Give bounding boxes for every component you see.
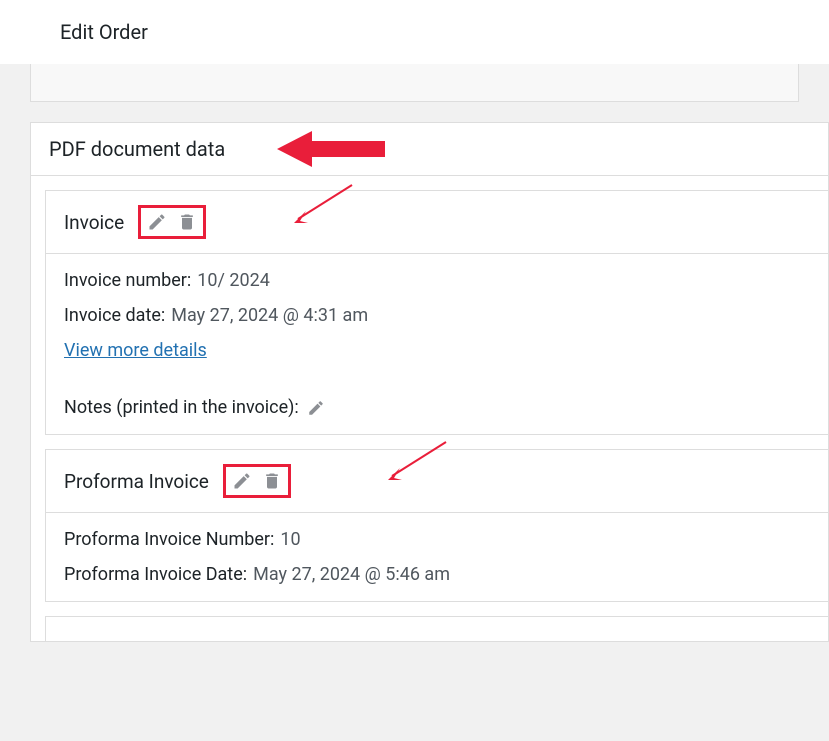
arrow-thin-annotation <box>290 181 360 227</box>
arrow-big-annotation <box>277 129 387 169</box>
invoice-number-row: Invoice number: 10/ 2024 <box>64 270 810 291</box>
trash-icon <box>262 471 282 491</box>
invoice-date-label: Invoice date: <box>64 305 165 326</box>
proforma-card-body: Proforma Invoice Number: 10 Proforma Inv… <box>46 513 828 601</box>
pencil-icon <box>232 471 252 491</box>
proforma-card: Proforma Invoice Proforma Invoice Number… <box>45 449 828 602</box>
invoice-number-value: 10/ 2024 <box>197 270 270 291</box>
edit-notes-button[interactable] <box>307 399 325 417</box>
invoice-notes-label: Notes (printed in the invoice): <box>64 397 299 418</box>
trash-icon <box>177 212 197 232</box>
proforma-title: Proforma Invoice <box>64 470 209 493</box>
proforma-number-value: 10 <box>280 529 300 550</box>
previous-section-bottom <box>30 64 799 102</box>
highlight-box-annotation <box>223 464 291 498</box>
proforma-number-label: Proforma Invoice Number: <box>64 529 274 550</box>
page-title: Edit Order <box>0 0 829 64</box>
proforma-number-row: Proforma Invoice Number: 10 <box>64 529 810 550</box>
packing-slip-card-header <box>46 617 828 641</box>
section-header: PDF document data <box>31 123 828 176</box>
packing-slip-card <box>45 616 828 641</box>
invoice-card-body: Invoice number: 10/ 2024 Invoice date: M… <box>46 254 828 434</box>
invoice-number-label: Invoice number: <box>64 270 191 291</box>
proforma-card-header: Proforma Invoice <box>46 450 828 513</box>
proforma-date-row: Proforma Invoice Date: May 27, 2024 @ 5:… <box>64 564 810 585</box>
invoice-title: Invoice <box>64 211 124 234</box>
pencil-icon <box>307 399 325 417</box>
invoice-card: Invoice Invoice number: 10/ 2024 <box>45 190 828 435</box>
invoice-date-row: Invoice date: May 27, 2024 @ 4:31 am <box>64 305 810 326</box>
delete-invoice-button[interactable] <box>177 212 197 232</box>
delete-proforma-button[interactable] <box>262 471 282 491</box>
proforma-date-value: May 27, 2024 @ 5:46 am <box>253 564 450 585</box>
invoice-card-header: Invoice <box>46 191 828 254</box>
pencil-icon <box>147 212 167 232</box>
invoice-date-value: May 27, 2024 @ 4:31 am <box>171 305 368 326</box>
arrow-thin-annotation <box>384 438 454 484</box>
edit-invoice-button[interactable] <box>147 212 167 232</box>
section-title: PDF document data <box>49 137 225 161</box>
invoice-notes-row: Notes (printed in the invoice): <box>64 397 810 418</box>
edit-proforma-button[interactable] <box>232 471 252 491</box>
view-more-link[interactable]: View more details <box>64 340 207 361</box>
pdf-document-section: PDF document data Invoice <box>30 122 829 642</box>
proforma-date-label: Proforma Invoice Date: <box>64 564 247 585</box>
highlight-box-annotation <box>138 205 206 239</box>
